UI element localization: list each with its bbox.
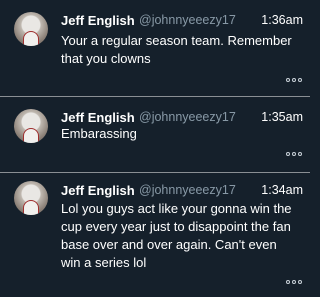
tweet-text: Your a regular season team. Remember tha… [61, 33, 292, 66]
more-options-icon[interactable] [286, 151, 302, 157]
more-options-icon[interactable] [286, 77, 302, 83]
tweet-time[interactable]: 1:36am [261, 13, 303, 27]
avatar[interactable] [14, 109, 48, 143]
tweet-item[interactable]: Jeff English @johnnyeeezy17 1:36am Your … [0, 0, 310, 96]
author-handle[interactable]: @johnnyeeezy17 [139, 110, 236, 124]
avatar[interactable] [14, 12, 48, 46]
author-name[interactable]: Jeff English [61, 13, 135, 28]
avatar[interactable] [14, 181, 48, 215]
author-name[interactable]: Jeff English [61, 110, 135, 125]
author-name[interactable]: Jeff English [61, 183, 135, 198]
tweet-item[interactable]: Jeff English @johnnyeeezy17 1:34am Lol y… [0, 173, 310, 297]
tweet-text: Embarassing [61, 126, 137, 141]
tweet-header: Jeff English @johnnyeeezy17 1:36am [61, 13, 303, 31]
tweet-time[interactable]: 1:34am [261, 183, 303, 197]
author-handle[interactable]: @johnnyeeezy17 [139, 183, 236, 197]
more-options-icon[interactable] [286, 279, 302, 285]
author-handle[interactable]: @johnnyeeezy17 [139, 13, 236, 27]
tweet-time[interactable]: 1:35am [261, 110, 303, 124]
tweet-text: Lol you guys act like your gonna win the… [61, 201, 292, 270]
tweet-feed: Jeff English @johnnyeeezy17 1:36am Your … [0, 0, 310, 297]
tweet-header: Jeff English @johnnyeeezy17 1:34am [61, 183, 303, 201]
tweet-item[interactable]: Jeff English @johnnyeeezy17 1:35am Embar… [0, 97, 310, 172]
